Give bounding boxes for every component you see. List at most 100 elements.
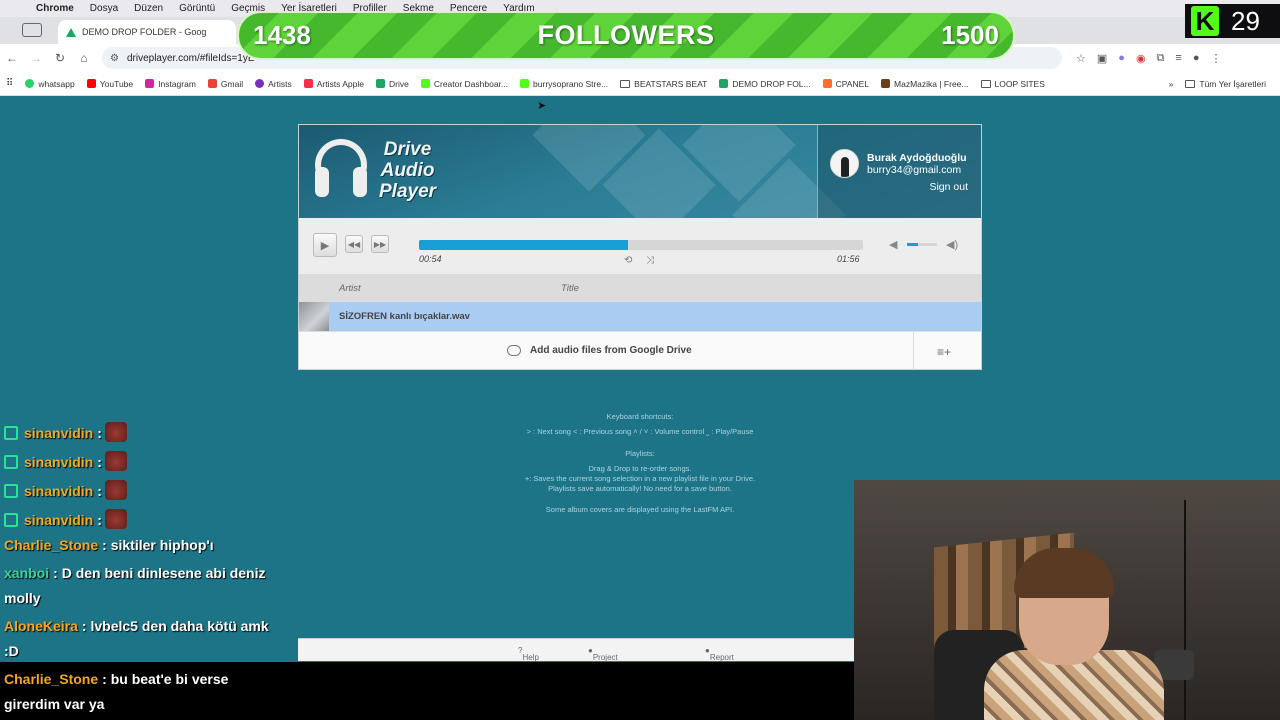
shortcuts-line: ˃ : Next song ˂ : Previous song ˄ / ˅ : … bbox=[526, 427, 754, 436]
emote-icon bbox=[104, 422, 127, 442]
bookmark-artists[interactable]: Artists bbox=[249, 79, 298, 89]
badge-icon bbox=[4, 513, 18, 527]
bookmark-cpanel[interactable]: CPANEL bbox=[817, 79, 875, 89]
chat-text: siktiler hiphop'ı bbox=[110, 537, 214, 553]
sign-out-link[interactable]: Sign out bbox=[929, 181, 968, 193]
menu-view[interactable]: Görüntü bbox=[171, 3, 223, 14]
user-name: Burak Aydoğduoğlu bbox=[867, 152, 967, 164]
bookmark-mazmazika[interactable]: MazMazika | Free... bbox=[875, 79, 974, 89]
repeat-icon[interactable]: ⟲ bbox=[624, 255, 632, 266]
profile-icon[interactable]: ● bbox=[1193, 52, 1200, 64]
github-link[interactable]: ● Project on GitHub bbox=[588, 646, 618, 680]
extension-icon-2[interactable]: ● bbox=[1118, 52, 1125, 64]
bookmark-label: Drive bbox=[389, 78, 409, 89]
add-from-drive-button[interactable]: Add audio files from Google Drive bbox=[507, 345, 692, 356]
drive-audio-player: Drive Audio Player Burak Aydoğduoğlu bur… bbox=[298, 124, 982, 370]
drive-icon bbox=[376, 79, 385, 88]
chat-username: sinanvidin bbox=[24, 483, 94, 499]
next-button[interactable]: ▶▶ bbox=[371, 235, 389, 253]
volume-slider[interactable] bbox=[907, 243, 937, 246]
report-bug-link[interactable]: ● Report a bug bbox=[705, 646, 734, 671]
add-playlist-icon[interactable]: ≡+ bbox=[937, 345, 951, 359]
followers-label: FOLLOWERS bbox=[537, 20, 715, 50]
chat-username: AloneKeira bbox=[4, 618, 78, 634]
emote-icon bbox=[104, 509, 127, 529]
badge-icon bbox=[4, 484, 18, 498]
play-button[interactable]: ▶ bbox=[313, 233, 337, 257]
reading-list-icon[interactable]: ≡ bbox=[1175, 52, 1181, 64]
help-link[interactable]: ? Help bbox=[518, 646, 539, 662]
extension-icon-1[interactable]: ▣ bbox=[1097, 52, 1107, 65]
menu-chrome[interactable]: Chrome bbox=[30, 3, 82, 14]
all-bookmarks[interactable]: Tüm Yer İşaretleri bbox=[1179, 79, 1272, 89]
bookmark-label: Instagram bbox=[158, 78, 196, 89]
bookmark-demo-drop[interactable]: DEMO DROP FOL... bbox=[713, 79, 816, 89]
follower-goal-overlay: 1438 FOLLOWERS 1500 bbox=[237, 11, 1015, 60]
chat-text: molly bbox=[4, 590, 41, 606]
bookmark-artists-apple[interactable]: Artists Apple bbox=[298, 79, 370, 89]
total-time: 01:56 bbox=[837, 254, 860, 264]
headphones-icon bbox=[313, 137, 369, 203]
progress-bar[interactable] bbox=[419, 240, 863, 250]
previous-button[interactable]: ◀◀ bbox=[345, 235, 363, 253]
column-title[interactable]: Title bbox=[561, 283, 579, 294]
chat-username: sinanvidin bbox=[24, 425, 94, 441]
bookmark-instagram[interactable]: Instagram bbox=[139, 79, 202, 89]
column-artist[interactable]: Artist bbox=[339, 283, 361, 294]
tab-title: DEMO DROP FOLDER - Goog bbox=[82, 27, 207, 37]
forward-icon[interactable]: → bbox=[24, 51, 48, 65]
followers-current: 1438 bbox=[253, 20, 311, 50]
reload-icon[interactable]: ↻ bbox=[48, 51, 72, 65]
more-bookmarks-icon[interactable]: » bbox=[1163, 79, 1180, 89]
add-from-drive-label: Add audio files from Google Drive bbox=[530, 345, 692, 356]
logo-line: Player bbox=[379, 180, 437, 202]
site-info-icon[interactable]: ⚙ bbox=[110, 53, 119, 64]
tab-active[interactable]: DEMO DROP FOLDER - Goog bbox=[58, 20, 236, 44]
table-row[interactable]: SİZOFREN kanlı bıçaklar.wav bbox=[299, 302, 981, 331]
chat-text: lvbelc5 den daha kötü amk bbox=[90, 618, 269, 634]
emote-icon bbox=[104, 451, 127, 471]
bookmark-creator-dashboard[interactable]: Creator Dashboar... bbox=[415, 79, 514, 89]
webcam-overlay bbox=[854, 480, 1280, 720]
track-title: SİZOFREN kanlı bıçaklar.wav bbox=[339, 311, 470, 322]
chat-message-continued: molly bbox=[4, 590, 41, 607]
bookmark-loop-sites[interactable]: LOOP SITES bbox=[975, 79, 1051, 89]
bookmark-drive[interactable]: Drive bbox=[370, 79, 415, 89]
divider bbox=[913, 332, 914, 370]
bookmark-label: BEATSTARS BEAT bbox=[634, 78, 708, 89]
logo-line: Audio bbox=[380, 159, 435, 181]
folder-icon bbox=[980, 79, 991, 88]
extensions-puzzle-icon[interactable]: ⧉ bbox=[1157, 52, 1165, 65]
home-icon[interactable]: ⌂ bbox=[72, 51, 96, 65]
drive-icon bbox=[719, 79, 729, 88]
shuffle-icon[interactable]: ⤨ bbox=[646, 255, 654, 266]
bookmark-youtube[interactable]: YouTube bbox=[81, 79, 139, 89]
bookmark-beatstars[interactable]: BEATSTARS BEAT bbox=[614, 79, 713, 89]
chat-message: Charlie_Stone: bu beat'e bi verse bbox=[4, 671, 229, 687]
menu-edit[interactable]: Düzen bbox=[126, 3, 171, 14]
bookmark-label: LOOP SITES bbox=[994, 78, 1045, 89]
avatar bbox=[830, 149, 859, 178]
bookmark-gmail[interactable]: Gmail bbox=[202, 79, 249, 89]
volume-max-icon[interactable]: ◀) bbox=[946, 238, 958, 251]
apps-icon[interactable]: ⠿ bbox=[0, 78, 19, 89]
instagram-icon bbox=[145, 79, 155, 88]
menu-file[interactable]: Dosya bbox=[82, 3, 126, 14]
help-label: Help bbox=[522, 653, 539, 662]
star-icon[interactable]: ☆ bbox=[1076, 52, 1086, 65]
extension-icon-3[interactable]: ◉ bbox=[1136, 52, 1146, 65]
bookmark-burrysoprano[interactable]: burrysoprano Stre... bbox=[514, 79, 614, 89]
bookmark-label: whatsapp bbox=[38, 78, 75, 89]
back-icon[interactable]: ← bbox=[0, 51, 24, 65]
chat-username: Charlie_Stone bbox=[4, 671, 99, 687]
cpanel-icon bbox=[822, 79, 832, 88]
folder-icon bbox=[1185, 80, 1196, 88]
bookmark-whatsapp[interactable]: whatsapp bbox=[19, 79, 80, 89]
tab-overview-icon[interactable] bbox=[22, 23, 42, 37]
volume-mute-icon[interactable]: ◀ bbox=[889, 238, 897, 251]
chrome-menu-icon[interactable]: ⋮ bbox=[1210, 52, 1221, 65]
chat-text: D den beni dinlesene abi deniz bbox=[61, 565, 266, 581]
apple-music-icon bbox=[303, 79, 313, 88]
bookmark-label: CPANEL bbox=[835, 78, 870, 89]
bookmark-label: Artists bbox=[268, 78, 292, 89]
